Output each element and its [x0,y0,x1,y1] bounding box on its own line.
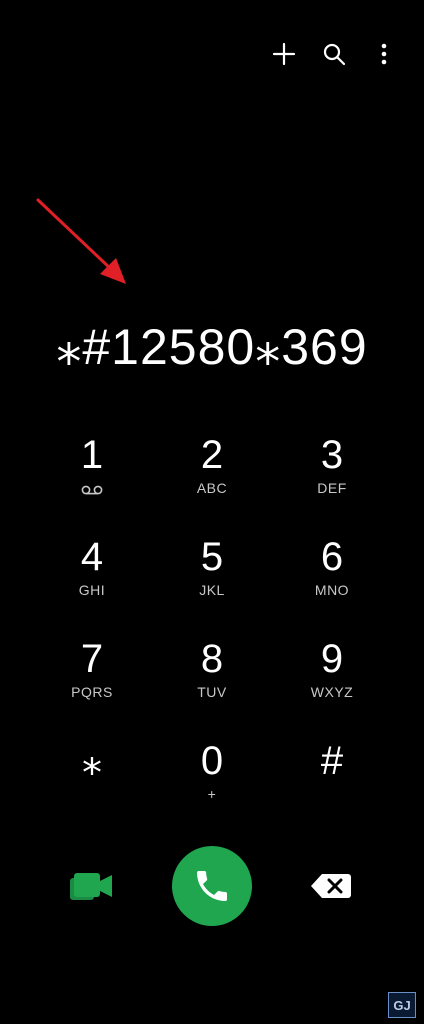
key-letters: GHI [78,582,106,598]
key-5[interactable]: 5 JKL [152,534,272,636]
key-digit: 9 [320,637,344,681]
call-button[interactable] [172,846,252,926]
dial-keypad: 1 2 ABC 3 DEF 4 GHI 5 JKL 6 MNO 7 PQRS 8… [32,432,392,840]
plus-icon[interactable] [270,40,298,68]
key-1[interactable]: 1 [32,432,152,534]
key-2[interactable]: 2 ABC [152,432,272,534]
key-digit: 8 [200,637,224,681]
more-vert-icon[interactable] [370,40,398,68]
key-letters: JKL [199,582,225,598]
key-digit: # [320,739,344,783]
key-hash[interactable]: # [272,738,392,840]
key-letters: DEF [317,480,347,496]
red-arrow-annotation [36,198,126,284]
backspace-icon [311,874,351,898]
phone-icon [197,871,227,901]
call-action-bar [0,846,424,926]
key-letters: TUV [197,684,227,700]
video-call-icon [70,873,112,900]
key-3[interactable]: 3 DEF [272,432,392,534]
key-0[interactable]: 0 + [152,738,272,840]
key-letters: WXYZ [310,684,354,700]
key-6[interactable]: 6 MNO [272,534,392,636]
backspace-button[interactable] [310,872,352,900]
key-digit: 1 [80,433,104,477]
key-digit: 0 [200,739,224,783]
key-7[interactable]: 7 PQRS [32,636,152,738]
top-action-bar [270,40,398,68]
key-star[interactable]: ⁎ [32,738,152,840]
watermark-logo: GJ [388,992,416,1018]
key-letters: + [207,786,217,802]
key-digit: 5 [200,535,224,579]
key-9[interactable]: 9 WXYZ [272,636,392,738]
key-digit: 3 [320,433,344,477]
video-call-button[interactable] [70,870,114,902]
key-digit: 7 [80,637,104,681]
key-digit: ⁎ [82,739,102,783]
key-letters: MNO [314,582,350,598]
voicemail-icon [81,482,103,500]
key-letters: ABC [196,480,228,496]
dialed-number-display[interactable]: ⁎#12580⁎369 [0,318,424,376]
key-8[interactable]: 8 TUV [152,636,272,738]
key-digit: 4 [80,535,104,579]
key-4[interactable]: 4 GHI [32,534,152,636]
key-digit: 2 [200,433,224,477]
key-digit: 6 [320,535,344,579]
search-icon[interactable] [320,40,348,68]
key-letters: PQRS [71,684,113,700]
